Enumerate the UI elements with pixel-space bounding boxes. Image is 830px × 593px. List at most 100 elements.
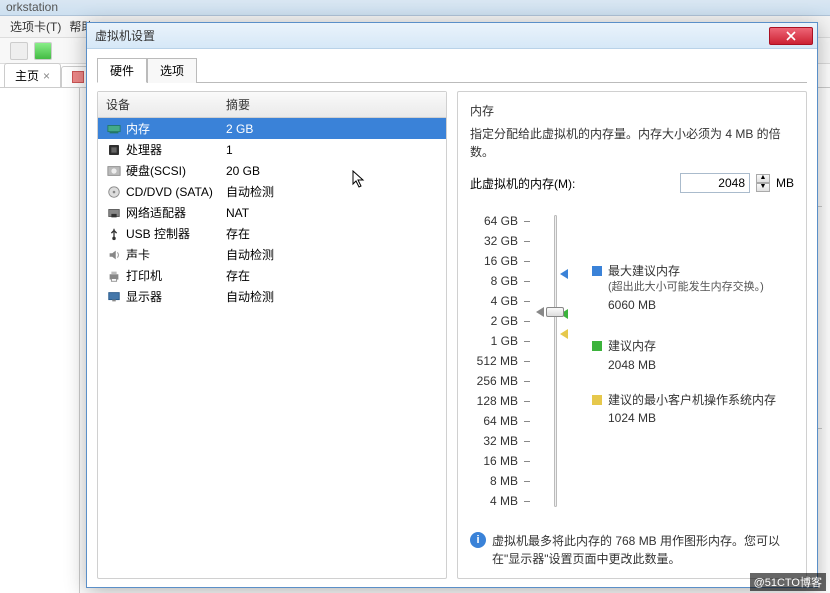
device-row[interactable]: 打印机 存在 (98, 265, 446, 286)
scale-tick: 64 GB (470, 211, 530, 231)
device-row[interactable]: 处理器 1 (98, 139, 446, 160)
info-icon: i (470, 532, 486, 548)
memory-unit: MB (776, 176, 794, 190)
device-name: 内存 (126, 120, 150, 137)
memory-slider[interactable] (546, 211, 582, 511)
device-summary: NAT (226, 206, 438, 220)
device-name: 处理器 (126, 141, 162, 158)
nic-icon (106, 206, 122, 220)
device-summary: 存在 (226, 267, 438, 284)
legend-green-icon (592, 341, 602, 351)
memory-scale: 64 GB32 GB16 GB8 GB4 GB2 GB1 GB512 MB256… (470, 211, 536, 511)
memory-input-label: 此虚拟机的内存(M): (470, 175, 575, 192)
scale-tick: 1 GB (470, 331, 530, 351)
cursor-icon (352, 170, 368, 190)
bg-titlebar: orkstation (0, 0, 830, 16)
bg-title-text: orkstation (6, 0, 58, 14)
scale-tick: 256 MB (470, 371, 530, 391)
device-row[interactable]: CD/DVD (SATA) 自动检测 (98, 181, 446, 202)
device-name: 声卡 (126, 246, 150, 263)
device-summary: 自动检测 (226, 183, 438, 200)
dialog-title: 虚拟机设置 (95, 27, 769, 44)
vm-settings-dialog: 虚拟机设置 硬件 选项 设备 摘要 内存 2 GB 处理器 1 硬盘(SCSI) 20 G… (86, 22, 818, 588)
memory-legend: 最大建议内存 (超出此大小可能发生内存交换。) 6060 MB 建议内存 204… (592, 211, 794, 511)
cpu-icon (106, 143, 122, 157)
spinner-down-icon[interactable]: ▼ (756, 183, 770, 192)
legend-blue-icon (592, 266, 602, 276)
scale-tick: 16 MB (470, 451, 530, 471)
close-icon (786, 31, 796, 41)
close-icon[interactable]: × (43, 69, 50, 83)
hdd-icon (106, 164, 122, 178)
tab-home[interactable]: 主页 × (4, 63, 61, 87)
device-row[interactable]: 网络适配器 NAT (98, 202, 446, 223)
slider-arrow-icon (536, 307, 544, 317)
tab-hardware[interactable]: 硬件 (97, 58, 147, 83)
memory-title: 内存 (470, 102, 794, 119)
memory-desc: 指定分配给此虚拟机的内存量。内存大小必须为 4 MB 的倍数。 (470, 125, 794, 161)
device-summary: 1 (226, 143, 438, 157)
scale-tick: 8 GB (470, 271, 530, 291)
sound-icon (106, 248, 122, 262)
marker-max-icon (560, 269, 568, 279)
devices-pane: 设备 摘要 内存 2 GB 处理器 1 硬盘(SCSI) 20 GB CD/DVD (SAT… (97, 91, 447, 579)
scale-tick: 128 MB (470, 391, 530, 411)
scale-tick: 64 MB (470, 411, 530, 431)
col-device[interactable]: 设备 (98, 92, 218, 117)
dialog-titlebar[interactable]: 虚拟机设置 (87, 23, 817, 49)
cd-icon (106, 185, 122, 199)
device-name: 显示器 (126, 288, 162, 305)
memory-icon (106, 122, 122, 136)
menu-tabs[interactable]: 选项卡(T) (10, 18, 61, 35)
col-summary[interactable]: 摘要 (218, 92, 446, 117)
play-icon[interactable] (34, 42, 52, 60)
legend-min: 建议的最小客户机操作系统内存 1024 MB (592, 392, 794, 428)
close-button[interactable] (769, 27, 813, 45)
scale-tick: 2 GB (470, 311, 530, 331)
device-summary: 2 GB (226, 122, 438, 136)
scale-tick: 8 MB (470, 471, 530, 491)
device-row[interactable]: USB 控制器 存在 (98, 223, 446, 244)
printer-icon (106, 269, 122, 283)
device-summary: 存在 (226, 225, 438, 242)
legend-yellow-icon (592, 395, 602, 405)
memory-input[interactable] (680, 173, 750, 193)
legend-rec: 建议内存 2048 MB (592, 338, 794, 374)
devices-header: 设备 摘要 (98, 92, 446, 118)
device-name: 硬盘(SCSI) (126, 162, 186, 179)
memory-input-row: 此虚拟机的内存(M): ▲ ▼ MB (470, 173, 794, 193)
watermark: @51CTO博客 (750, 573, 826, 591)
device-summary: 20 GB (226, 164, 438, 178)
scale-tick: 32 MB (470, 431, 530, 451)
details-pane: 内存 指定分配给此虚拟机的内存量。内存大小必须为 4 MB 的倍数。 此虚拟机的… (457, 91, 807, 579)
scale-tick: 4 MB (470, 491, 530, 511)
device-summary: 自动检测 (226, 246, 438, 263)
tab-options[interactable]: 选项 (147, 58, 197, 83)
device-name: CD/DVD (SATA) (126, 185, 213, 199)
marker-min-icon (560, 329, 568, 339)
vm-icon (72, 71, 84, 83)
legend-max: 最大建议内存 (超出此大小可能发生内存交换。) 6060 MB (592, 263, 794, 314)
scale-tick: 4 GB (470, 291, 530, 311)
info-note: i 虚拟机最多将此内存的 768 MB 用作图形内存。您可以在"显示器"设置页面… (470, 532, 794, 568)
device-row[interactable]: 显示器 自动检测 (98, 286, 446, 307)
scale-tick: 512 MB (470, 351, 530, 371)
toolbar-btn[interactable] (10, 42, 28, 60)
device-name: 网络适配器 (126, 204, 186, 221)
device-name: 打印机 (126, 267, 162, 284)
device-row[interactable]: 内存 2 GB (98, 118, 446, 139)
device-row[interactable]: 声卡 自动检测 (98, 244, 446, 265)
scale-tick: 16 GB (470, 251, 530, 271)
device-row[interactable]: 硬盘(SCSI) 20 GB (98, 160, 446, 181)
slider-thumb[interactable] (546, 307, 564, 317)
memory-spinner[interactable]: ▲ ▼ (756, 174, 770, 192)
dialog-tabs: 硬件 选项 (97, 57, 807, 83)
usb-icon (106, 227, 122, 241)
tab-home-label: 主页 (15, 67, 39, 84)
bg-sidebar (0, 88, 80, 593)
spinner-up-icon[interactable]: ▲ (756, 174, 770, 183)
scale-tick: 32 GB (470, 231, 530, 251)
device-name: USB 控制器 (126, 225, 190, 242)
display-icon (106, 290, 122, 304)
device-summary: 自动检测 (226, 288, 438, 305)
